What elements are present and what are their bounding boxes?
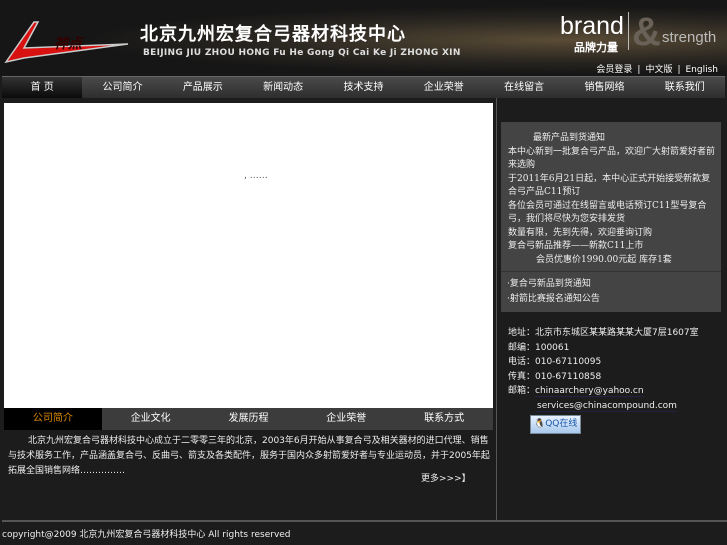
postcode: 邮编：100061 [508, 342, 570, 353]
news-body: 最新产品到货通知 本中心新到一批复合弓产品，欢迎广大射箭爱好者前来选购 于201… [501, 122, 721, 272]
contact-info: 地址：北京市东城区某某路某某大厦7层1607室 邮编：100061 电话：010… [508, 326, 699, 434]
tab[interactable]: 发展历程 [200, 408, 298, 430]
separator: | [677, 65, 681, 75]
news-list-item[interactable]: ·射箭比赛报名通知公告 [507, 292, 715, 307]
email-link[interactable]: services@chinacompound.com [537, 400, 677, 412]
strength-text: strength [662, 29, 717, 46]
loading-text: , …… [244, 171, 268, 181]
nav-item[interactable]: 销售网络 [564, 77, 644, 98]
nav-item[interactable]: 联系我们 [645, 77, 725, 98]
email-label: 邮箱： [508, 386, 536, 396]
brand-text: brand [560, 12, 624, 40]
main-nav: 首 页 公司简介 产品展示 新闻动态 技术支持 企业荣誉 在线留言 销售网络 联… [2, 76, 725, 98]
header: 神点 北京九州宏复合弓器材科技中心 BEIJING JIU ZHOU HONG … [0, 0, 727, 76]
tab[interactable]: 企业荣誉 [297, 408, 395, 430]
top-links: 会员登录 | 中文版 | English [596, 62, 718, 75]
qq-label: QQ在线 [545, 419, 578, 429]
tab-company-intro[interactable]: 公司简介 [4, 408, 102, 430]
nav-item-home[interactable]: 首 页 [2, 77, 83, 98]
news-line: 复合弓新品推荐——新款C11上市 [508, 241, 644, 251]
tab[interactable]: 企业文化 [102, 408, 200, 430]
email-link[interactable]: chinaarchery@yahoo.cn [535, 386, 644, 397]
nav-item[interactable]: 在线留言 [484, 77, 564, 98]
footer-divider [2, 520, 727, 522]
phone: 电话：010-67110095 [508, 357, 602, 367]
english-link[interactable]: English [686, 65, 719, 75]
fax: 传真：010-67110858 [508, 371, 602, 382]
brand-divider [628, 12, 629, 50]
column-divider [496, 98, 497, 521]
site-title-en: BEIJING JIU ZHOU HONG Fu He Gong Qi Cai … [143, 48, 461, 58]
news-line: 数量有限，先到先得，欢迎垂询订购 [508, 227, 653, 238]
news-panel: 最新产品到货通知 本中心新到一批复合弓产品，欢迎广大射箭爱好者前来选购 于201… [501, 122, 721, 312]
news-list-item[interactable]: ·复合弓新品到货通知 [507, 277, 715, 292]
logo-text: 神点 [54, 35, 84, 52]
tab[interactable]: 联系方式 [395, 408, 493, 430]
nav-item[interactable]: 技术支持 [323, 77, 403, 98]
more-link[interactable]: 更多>>>】 [421, 471, 471, 484]
chinese-version-link[interactable]: 中文版 [645, 65, 672, 75]
intro-text: 北京九州宏复合弓器材科技中心成立于二零零三年的北京，2003年6月开始从事复合弓… [8, 436, 490, 476]
ampersand: & [632, 10, 661, 54]
brand-cn-text: 品牌力量 [574, 41, 618, 54]
address: 地址：北京市东城区某某路某某大厦7层1607室 [508, 328, 699, 338]
info-tabs: 公司简介 企业文化 发展历程 企业荣誉 联系方式 [4, 408, 493, 430]
logo[interactable]: 神点 [4, 18, 132, 64]
nav-item[interactable]: 新闻动态 [243, 77, 323, 98]
news-line: 会员优惠价1990.00元起 库存1套 [536, 254, 672, 265]
nav-item[interactable]: 公司简介 [82, 77, 162, 98]
separator: | [637, 65, 641, 75]
news-list: ·复合弓新品到货通知 ·射箭比赛报名通知公告 [501, 272, 721, 312]
footer-copyright: copyright@2009 北京九州宏复合弓器材科技中心 All rights… [2, 530, 291, 540]
news-line: 本中心新到一批复合弓产品，欢迎广大射箭爱好者前来选购 [508, 146, 716, 171]
main-content-box: , …… [4, 103, 493, 408]
site-title: 北京九州宏复合弓器材科技中心 [140, 24, 406, 45]
news-line: 于2011年6月21日起，本中心正式开始接受新款复合弓产品C11预订 [508, 173, 711, 198]
qq-online-button[interactable]: 🐧QQ在线 [530, 415, 582, 434]
nav-item[interactable]: 产品展示 [163, 77, 243, 98]
member-login-link[interactable]: 会员登录 [596, 65, 632, 75]
news-line: 各位会员可通过在线留言或电话预订C11型号复合弓，我们将尽快为您安排发货 [508, 200, 707, 225]
nav-item[interactable]: 企业荣誉 [404, 77, 484, 98]
qq-penguin-icon: 🐧 [534, 419, 546, 429]
news-heading: 最新产品到货通知 [533, 133, 606, 143]
